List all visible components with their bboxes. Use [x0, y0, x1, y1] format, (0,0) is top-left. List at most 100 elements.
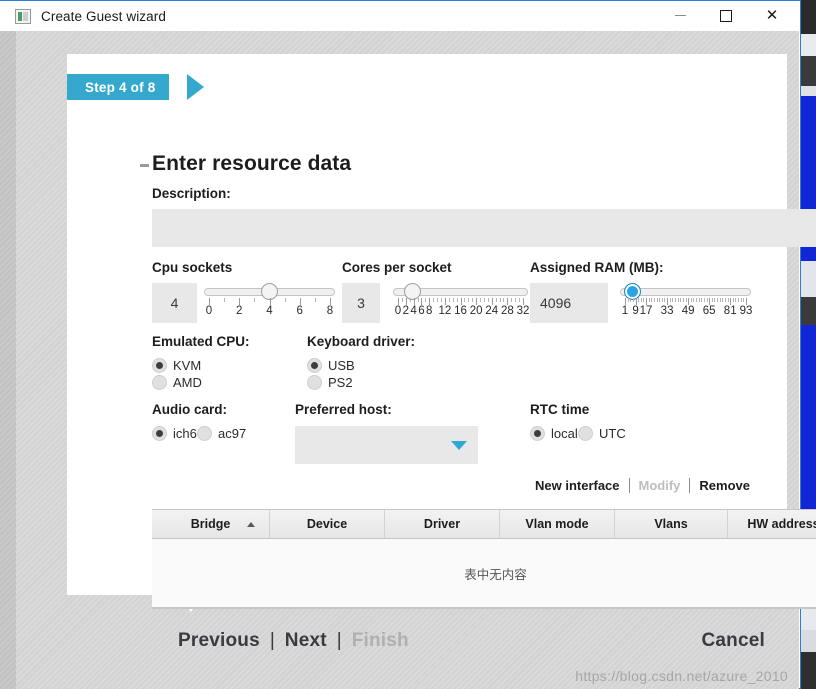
emulated-cpu-option-amd-label: AMD — [173, 375, 202, 390]
keyboard-driver-option-usb[interactable]: USB — [307, 358, 355, 373]
assigned-ram-value-input[interactable] — [530, 283, 608, 323]
slider-tick-label: 1 — [621, 305, 629, 317]
slider-tick-label: 12 — [438, 305, 452, 317]
slider-minor-tick — [437, 298, 439, 302]
radio-icon-usb — [307, 358, 322, 373]
column-header-label: Vlans — [654, 517, 688, 531]
slider-major-tick — [460, 298, 462, 305]
slider-minor-tick — [727, 298, 729, 302]
slider-tick-label: 4 — [410, 305, 417, 317]
audio-card-label: Audio card: — [152, 402, 228, 417]
column-header-driver[interactable]: Driver — [385, 510, 500, 538]
interfaces-table-empty-text: 表中无内容 — [464, 567, 527, 582]
column-header-device[interactable]: Device — [270, 510, 385, 538]
close-button[interactable]: ✕ — [749, 1, 795, 30]
preferred-host-label: Preferred host: — [295, 402, 392, 417]
slider-minor-tick — [425, 298, 427, 302]
interfaces-table: Bridge Device Driver Vlan mode Vlans HW addre… — [152, 509, 816, 609]
remove-interface-button[interactable]: Remove — [690, 478, 759, 493]
description-input[interactable] — [152, 209, 816, 247]
slider-major-tick — [413, 298, 415, 305]
next-button[interactable]: Next — [285, 630, 327, 652]
audio-card-option-ac97[interactable]: ac97 — [197, 426, 246, 441]
slider-minor-tick — [669, 298, 671, 302]
slider-minor-tick — [643, 298, 645, 302]
column-header-vlan-mode[interactable]: Vlan mode — [500, 510, 615, 538]
maximize-button[interactable] — [703, 1, 749, 30]
slider-minor-tick — [659, 298, 661, 302]
previous-button[interactable]: Previous — [178, 630, 260, 652]
slider-minor-tick — [417, 298, 419, 302]
slider-minor-tick — [693, 298, 695, 302]
keyboard-driver-option-ps2[interactable]: PS2 — [307, 375, 353, 390]
slider-tick-label: 8 — [426, 305, 433, 317]
slider-minor-tick — [664, 298, 666, 302]
slider-major-tick — [476, 298, 478, 305]
slider-major-tick — [507, 298, 509, 305]
cores-per-socket-value-input[interactable] — [342, 283, 380, 323]
slider-tick-label: 28 — [500, 305, 514, 317]
slider-minor-tick — [480, 298, 482, 302]
preferred-host-select[interactable] — [295, 426, 478, 464]
maximize-icon — [720, 9, 732, 22]
new-interface-button[interactable]: New interface — [526, 478, 629, 493]
rtc-time-option-local-label: local — [551, 426, 578, 441]
emulated-cpu-option-kvm[interactable]: KVM — [152, 358, 201, 373]
minimize-button[interactable] — [657, 1, 703, 30]
finish-button[interactable]: Finish — [352, 630, 409, 652]
column-header-vlans[interactable]: Vlans — [615, 510, 728, 538]
slider-minor-tick — [519, 298, 521, 302]
slider-minor-tick — [698, 298, 700, 302]
slider-tick-label: 2 — [402, 305, 410, 317]
slider-major-tick — [405, 298, 407, 305]
cpu-sockets-value-input[interactable] — [152, 283, 197, 323]
interfaces-table-header: Bridge Device Driver Vlan mode Vlans HW addre… — [152, 509, 816, 539]
collapse-icon[interactable] — [140, 164, 149, 167]
emulated-cpu-label: Emulated CPU: — [152, 334, 250, 349]
assigned-ram-tick-marks — [620, 298, 751, 305]
chevron-down-icon[interactable] — [451, 441, 467, 450]
slider-minor-tick — [724, 298, 726, 302]
slider-tick-label: 4 — [266, 305, 273, 317]
column-header-label: HW address — [747, 517, 816, 531]
column-header-hw-address[interactable]: HW address — [728, 510, 816, 538]
audio-card-option-ich6[interactable]: ich6 — [152, 426, 197, 441]
slider-minor-tick — [638, 298, 640, 302]
rtc-time-option-local[interactable]: local — [530, 426, 578, 441]
app-window-icon — [15, 8, 31, 24]
slider-minor-tick — [682, 298, 684, 302]
slider-minor-tick — [632, 298, 634, 302]
slider-minor-tick — [640, 298, 642, 302]
slider-minor-tick — [648, 298, 650, 302]
watermark-text: https://blog.csdn.net/azure_2010 — [575, 668, 788, 684]
title-bar[interactable]: Create Guest wizard ✕ — [0, 1, 799, 31]
slider-tick-label: 20 — [469, 305, 483, 317]
slider-major-tick — [625, 298, 626, 305]
radio-icon-utc — [578, 426, 593, 441]
column-header-label: Device — [306, 517, 348, 531]
modify-interface-button[interactable]: Modify — [630, 478, 690, 493]
slider-tick-label: 2 — [236, 305, 243, 317]
wizard-backdrop-gutter — [0, 31, 16, 689]
nav-separator-1: | — [269, 630, 275, 651]
emulated-cpu-option-amd[interactable]: AMD — [152, 375, 202, 390]
audio-card-option-ich6-label: ich6 — [173, 426, 197, 441]
slider-major-tick — [709, 298, 711, 305]
slider-minor-tick — [740, 298, 742, 302]
slider-tick-label: 65 — [702, 305, 716, 317]
nav-separator-2: | — [336, 630, 342, 651]
slider-tick-label: 17 — [639, 305, 653, 317]
audio-card-option-ac97-label: ac97 — [218, 426, 247, 441]
wizard-card: Step 4 of 8 Enter resource data Descript… — [67, 54, 816, 609]
rtc-time-option-utc[interactable]: UTC — [578, 426, 626, 441]
slider-major-tick — [421, 298, 423, 305]
description-label: Description: — [152, 186, 231, 201]
slider-minor-tick — [314, 298, 316, 302]
column-header-bridge[interactable]: Bridge — [152, 510, 270, 538]
cancel-button[interactable]: Cancel — [701, 630, 765, 652]
slider-major-tick — [646, 298, 648, 305]
slider-major-tick — [635, 298, 637, 305]
slider-minor-tick — [651, 298, 653, 302]
slider-tick-label: 0 — [205, 305, 213, 317]
slider-tick-label: 6 — [418, 305, 425, 317]
